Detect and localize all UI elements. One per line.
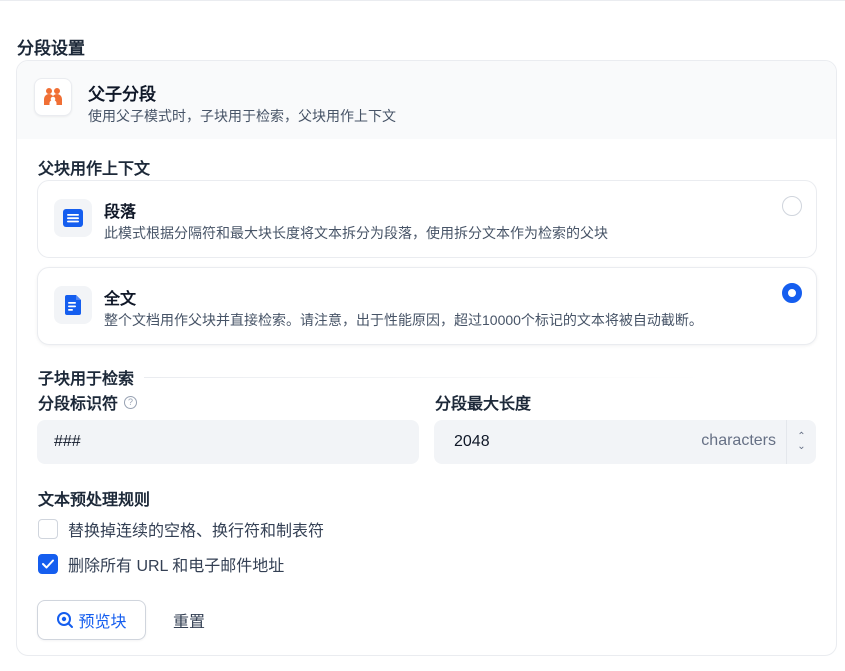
rule-replace-whitespace-label: 替换掉连续的空格、换行符和制表符 — [68, 523, 325, 540]
max-length-label-text: 分段最大长度 — [435, 396, 532, 413]
rule-remove-urls-checkbox[interactable] — [38, 554, 58, 574]
search-icon — [57, 612, 74, 628]
chevron-updown-icon[interactable]: ⌃ ⌄ — [786, 420, 816, 464]
check-icon — [42, 559, 54, 569]
help-icon[interactable]: ? — [124, 395, 138, 409]
separator-label: 分段标识符 ? — [38, 390, 138, 414]
separator-label-text: 分段标识符 — [38, 396, 119, 413]
chevron-down-icon[interactable]: ⌄ — [797, 442, 805, 452]
option-fulltext-title: 全文 — [104, 291, 137, 308]
mode-header[interactable]: 父子分段 使用父子模式时，子块用于检索，父块用作上下文 — [17, 61, 836, 139]
chunk-settings-card: 父子分段 使用父子模式时，子块用于检索，父块用作上下文 父块用作上下文 段落 此… — [16, 60, 837, 656]
mode-title: 父子分段 — [88, 85, 156, 104]
paragraph-radio[interactable] — [782, 196, 802, 216]
section-divider — [144, 376, 705, 378]
max-length-value: 2048 — [454, 433, 490, 450]
section-title: 分段设置 — [17, 39, 85, 58]
option-fulltext[interactable]: 全文 整个文档用作父块并直接检索。请注意，出于性能原因，超过10000个标记的文… — [37, 267, 817, 345]
option-paragraph-title: 段落 — [104, 204, 137, 221]
preview-chunks-label: 预览块 — [78, 614, 127, 631]
parent-context-label: 父块用作上下文 — [38, 161, 151, 178]
mode-description: 使用父子模式时，子块用于检索，父块用作上下文 — [88, 108, 396, 124]
separator-input[interactable]: ### — [37, 420, 419, 464]
rule-replace-whitespace-checkbox[interactable] — [38, 519, 58, 539]
option-paragraph[interactable]: 段落 此模式根据分隔符和最大块长度将文本拆分为段落，使用拆分文本作为检索的父块 — [37, 180, 817, 258]
paragraph-icon — [54, 199, 92, 237]
parent-child-icon — [34, 78, 72, 116]
document-icon — [54, 286, 92, 324]
separator-value: ### — [54, 433, 81, 450]
preprocess-rules-label: 文本预处理规则 — [38, 492, 151, 509]
rule-remove-urls[interactable]: 删除所有 URL 和电子邮件地址 — [38, 552, 284, 576]
max-length-input[interactable]: 2048 characters ⌃ ⌄ — [434, 420, 816, 464]
option-fulltext-description: 整个文档用作父块并直接检索。请注意，出于性能原因，超过10000个标记的文本将被… — [104, 312, 703, 328]
option-paragraph-description: 此模式根据分隔符和最大块长度将文本拆分为段落，使用拆分文本作为检索的父块 — [104, 225, 608, 241]
reset-button[interactable]: 重置 — [165, 600, 213, 640]
rule-remove-urls-label: 删除所有 URL 和电子邮件地址 — [68, 558, 285, 575]
fulltext-radio[interactable] — [782, 283, 802, 303]
top-divider — [0, 0, 845, 1]
rule-replace-whitespace[interactable]: 替换掉连续的空格、换行符和制表符 — [38, 517, 324, 541]
child-retrieval-label: 子块用于检索 — [38, 371, 135, 388]
max-length-label: 分段最大长度 — [435, 390, 531, 414]
child-retrieval-section: 子块用于检索 — [38, 365, 818, 389]
preview-chunks-button[interactable]: 预览块 — [37, 600, 146, 640]
max-length-unit: characters — [701, 432, 776, 449]
